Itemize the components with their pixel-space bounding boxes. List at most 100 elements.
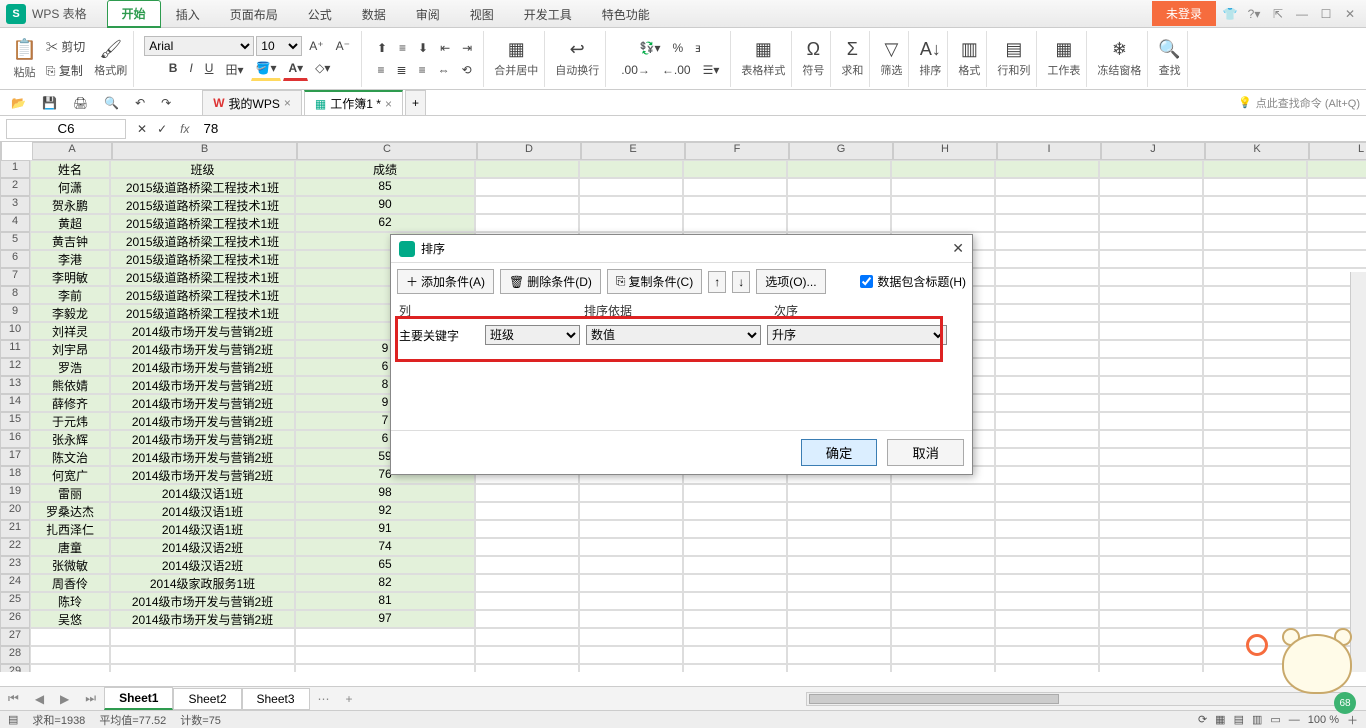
cell-K1[interactable] [1203,160,1307,178]
copy-condition-button[interactable]: ⎘ 复制条件(C) [607,269,702,294]
cell-I4[interactable] [995,214,1099,232]
row-header-7[interactable]: 7 [0,268,30,286]
col-header-G[interactable]: G [789,142,893,160]
cell-B7[interactable]: 2015级道路桥梁工程技术1班 [110,268,295,286]
tab-dev[interactable]: 开发工具 [509,1,587,28]
cell-J12[interactable] [1099,358,1203,376]
cell-E1[interactable] [579,160,683,178]
cell-I1[interactable] [995,160,1099,178]
cell-K17[interactable] [1203,448,1307,466]
percent-icon[interactable]: % [668,38,689,58]
cell-K6[interactable] [1203,250,1307,268]
cell-J27[interactable] [1099,628,1203,646]
dec-decimal-icon[interactable]: ←.00 [657,60,696,80]
cell-L6[interactable] [1307,250,1366,268]
cell-H19[interactable] [891,484,995,502]
cell-C4[interactable]: 62 [295,214,475,232]
cell-I18[interactable] [995,466,1099,484]
cell-A10[interactable]: 刘祥灵 [30,322,110,340]
cell-A16[interactable]: 张永辉 [30,430,110,448]
accept-formula-icon[interactable]: ✓ [152,119,172,139]
cell-G28[interactable] [787,646,891,664]
cell-H22[interactable] [891,538,995,556]
table-style-icon[interactable]: ▦ [755,39,772,60]
cell-A26[interactable]: 吴悠 [30,610,110,628]
cell-F22[interactable] [683,538,787,556]
cell-K24[interactable] [1203,574,1307,592]
cell-H20[interactable] [891,502,995,520]
row-header-25[interactable]: 25 [0,592,30,610]
cell-A22[interactable]: 唐童 [30,538,110,556]
align-top-icon[interactable]: ⬆ [372,38,392,58]
cell-B9[interactable]: 2015级道路桥梁工程技术1班 [110,304,295,322]
cell-A20[interactable]: 罗桑达杰 [30,502,110,520]
cell-H24[interactable] [891,574,995,592]
cell-J28[interactable] [1099,646,1203,664]
cell-I24[interactable] [995,574,1099,592]
cell-J29[interactable] [1099,664,1203,672]
cell-K13[interactable] [1203,376,1307,394]
col-header-C[interactable]: C [297,142,477,160]
align-mid-icon[interactable]: ≡ [394,38,411,58]
cell-A7[interactable]: 李明敏 [30,268,110,286]
cell-K18[interactable] [1203,466,1307,484]
row-header-4[interactable]: 4 [0,214,30,232]
cell-H4[interactable] [891,214,995,232]
cell-D24[interactable] [475,574,579,592]
cell-I2[interactable] [995,178,1099,196]
copy-button[interactable]: ⎘ 复制 [41,59,90,82]
cell-I26[interactable] [995,610,1099,628]
cell-J1[interactable] [1099,160,1203,178]
cell-C23[interactable]: 65 [295,556,475,574]
find-command[interactable]: 💡点此查找命令 (Alt+Q) [1238,95,1360,111]
cell-B13[interactable]: 2014级市场开发与营销2班 [110,376,295,394]
cell-A29[interactable] [30,664,110,672]
save-icon[interactable]: 💾 [37,93,62,113]
cell-L3[interactable] [1307,196,1366,214]
row-header-15[interactable]: 15 [0,412,30,430]
tab-data[interactable]: 数据 [347,1,401,28]
name-box[interactable] [6,119,126,139]
cell-G25[interactable] [787,592,891,610]
row-header-22[interactable]: 22 [0,538,30,556]
cell-A6[interactable]: 李港 [30,250,110,268]
cell-B26[interactable]: 2014级市场开发与营销2班 [110,610,295,628]
cell-A9[interactable]: 李毅龙 [30,304,110,322]
cell-D3[interactable] [475,196,579,214]
cell-L1[interactable] [1307,160,1366,178]
cell-G1[interactable] [787,160,891,178]
cell-F29[interactable] [683,664,787,672]
workbook-tab[interactable]: ▦工作簿1 *× [304,90,403,115]
cell-A18[interactable]: 何宽广 [30,466,110,484]
cell-C1[interactable]: 成绩 [295,160,475,178]
col-header-J[interactable]: J [1101,142,1205,160]
cell-D26[interactable] [475,610,579,628]
tab-special[interactable]: 特色功能 [587,1,665,28]
fill-color-button[interactable]: 🪣▾ [251,58,282,81]
cell-E29[interactable] [579,664,683,672]
cell-E22[interactable] [579,538,683,556]
close-mywps-icon[interactable]: × [284,96,291,110]
cell-A8[interactable]: 李前 [30,286,110,304]
freeze-icon[interactable]: ❄ [1112,39,1127,60]
cell-B12[interactable]: 2014级市场开发与营销2班 [110,358,295,376]
shrink-font-icon[interactable]: A⁻ [331,36,355,56]
cell-K8[interactable] [1203,286,1307,304]
ribbon-toggle-icon[interactable]: ⇱ [1268,4,1288,24]
formula-input[interactable] [197,119,1366,139]
add-tab-button[interactable]: + [405,90,426,115]
cell-A23[interactable]: 张微敏 [30,556,110,574]
sort-order-select[interactable]: 升序 [767,325,947,345]
cell-F27[interactable] [683,628,787,646]
cell-F21[interactable] [683,520,787,538]
cut-button[interactable]: ✂ 剪切 [41,35,90,58]
cell-I27[interactable] [995,628,1099,646]
border-button[interactable]: 田▾ [220,58,248,81]
cell-K21[interactable] [1203,520,1307,538]
tab-start[interactable]: 开始 [107,0,161,28]
cell-J15[interactable] [1099,412,1203,430]
sheet-tab-1[interactable]: Sheet1 [104,687,173,710]
redo-icon[interactable]: ↷ [156,93,176,113]
cell-J26[interactable] [1099,610,1203,628]
row-header-18[interactable]: 18 [0,466,30,484]
